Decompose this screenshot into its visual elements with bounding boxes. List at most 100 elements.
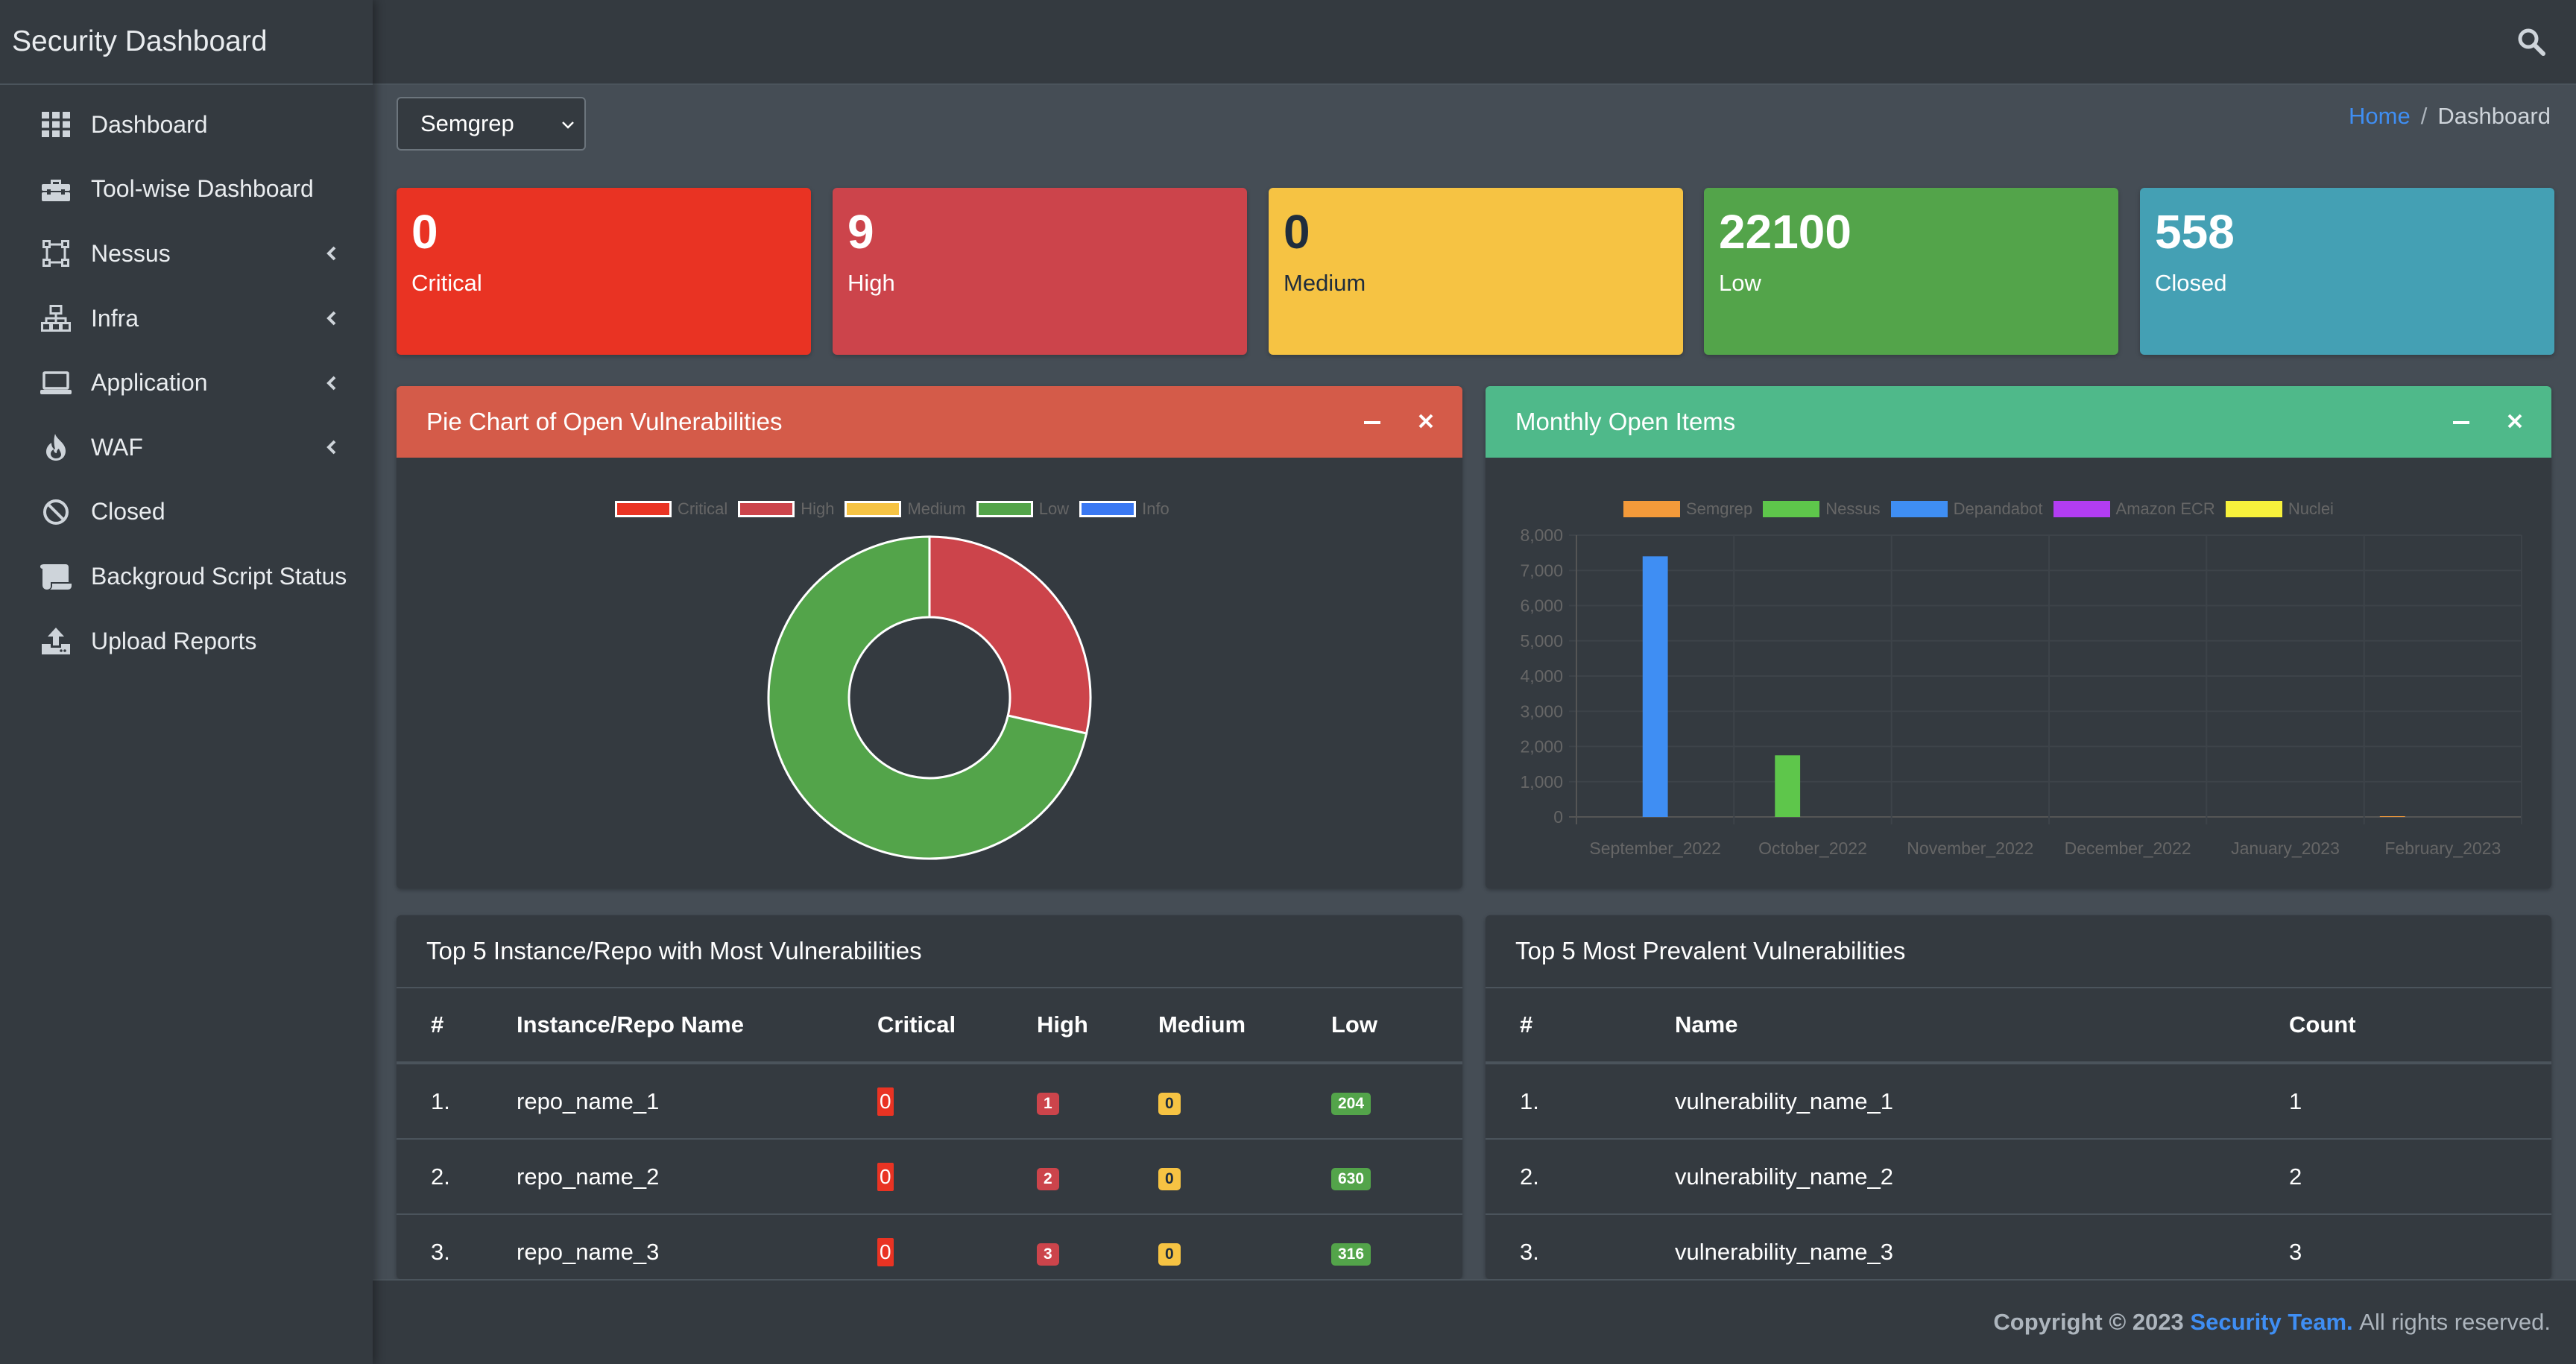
- stat-box-closed[interactable]: 558 Closed: [2140, 188, 2554, 355]
- sidebar-item-nessus[interactable]: Nessus: [0, 221, 373, 286]
- chevron-down-icon: [562, 121, 574, 129]
- sidebar-item-infra[interactable]: Infra: [0, 286, 373, 351]
- doughnut-chart: [767, 535, 1092, 860]
- low-badge: 316: [1331, 1243, 1371, 1266]
- sidebar-item-application[interactable]: Application: [0, 350, 373, 415]
- sidebar-item-label: Closed: [91, 498, 165, 525]
- sidebar-item-upload-reports[interactable]: Upload Reports: [0, 609, 373, 674]
- sidebar-item-label: Backgroud Script Status: [91, 562, 347, 590]
- sidebar-item-label: Tool-wise Dashboard: [91, 175, 314, 203]
- sidebar-item-label: Application: [91, 369, 208, 397]
- sidebar: Security Dashboard Dashboard Tool-wise D…: [0, 0, 373, 1364]
- row-index: 2.: [1486, 1139, 1674, 1215]
- vuln-table: # Name Count 1. vulnerability_name_1 1 2…: [1486, 987, 2551, 1279]
- row-index: 1.: [1486, 1063, 1674, 1140]
- column-header: Medium: [1158, 987, 1330, 1064]
- sidebar-item-background-script-status[interactable]: Backgroud Script Status: [0, 544, 373, 609]
- footer: Copyright © 2023 Security Team. All righ…: [373, 1279, 2576, 1364]
- table-row: 2. vulnerability_name_2 2: [1486, 1139, 2551, 1215]
- row-index: 3.: [397, 1214, 516, 1279]
- stat-value: 0: [1284, 205, 1310, 259]
- medium-badge: 0: [1158, 1093, 1181, 1115]
- column-header: Low: [1330, 987, 1462, 1064]
- y-tick-label: 1,000: [1520, 772, 1563, 792]
- stat-value: 22100: [1719, 205, 1852, 259]
- fire-icon: [40, 432, 72, 463]
- stat-value: 9: [847, 205, 874, 259]
- sidebar-item-closed[interactable]: Closed: [0, 480, 373, 545]
- sidebar-item-label: Upload Reports: [91, 627, 257, 654]
- column-header: High: [1036, 987, 1158, 1064]
- stat-label: Closed: [2155, 270, 2227, 297]
- chevron-left-icon: [326, 311, 336, 326]
- table-header-row: # Name Count: [1486, 987, 2551, 1064]
- table-row: 3. repo_name_3 0 3 0 316: [397, 1214, 1462, 1279]
- tool-select[interactable]: Semgrep: [397, 97, 586, 151]
- y-tick-label: 7,000: [1520, 561, 1563, 580]
- tool-select-value: Semgrep: [420, 110, 514, 136]
- stat-box-critical[interactable]: 0 Critical: [397, 188, 811, 355]
- stat-box-high[interactable]: 9 High: [833, 188, 1247, 355]
- repo-card-header: Top 5 Instance/Repo with Most Vulnerabil…: [397, 915, 1462, 987]
- grid-icon: [40, 109, 72, 140]
- high-badge: 1: [1037, 1093, 1059, 1115]
- medium-badge: 0: [1158, 1168, 1181, 1190]
- y-tick-label: 2,000: [1520, 737, 1563, 757]
- column-header: Count: [2288, 987, 2551, 1064]
- stat-box-medium[interactable]: 0 Medium: [1269, 188, 1683, 355]
- column-header: Name: [1674, 987, 2288, 1064]
- rights-text: All rights reserved.: [2359, 1309, 2551, 1335]
- search-icon[interactable]: [2516, 27, 2546, 57]
- team-link[interactable]: Security Team.: [2190, 1309, 2352, 1336]
- copyright-text: Copyright © 2023: [1993, 1309, 2184, 1335]
- bar-semgrep[interactable]: [2379, 816, 2405, 817]
- y-tick-label: 5,000: [1520, 631, 1563, 651]
- sidebar-item-waf[interactable]: WAF: [0, 415, 373, 480]
- y-tick-label: 0: [1553, 807, 1563, 827]
- high-badge: 3: [1037, 1243, 1059, 1266]
- y-tick-label: 6,000: [1520, 596, 1563, 616]
- laptop-icon: [40, 367, 72, 399]
- repo-name: repo_name_2: [516, 1139, 877, 1215]
- sidebar-item-tool-wise-dashboard[interactable]: Tool-wise Dashboard: [0, 157, 373, 222]
- stat-label: Medium: [1284, 270, 1366, 297]
- stat-label: Low: [1719, 270, 1761, 297]
- stat-label: High: [847, 270, 895, 297]
- chevron-left-icon: [326, 376, 336, 391]
- y-tick-label: 3,000: [1520, 701, 1563, 721]
- brand-link[interactable]: Security Dashboard: [0, 0, 373, 85]
- repo-name: repo_name_3: [516, 1214, 877, 1279]
- stat-value: 558: [2155, 205, 2235, 259]
- sidebar-item-label: Dashboard: [91, 110, 208, 138]
- stat-box-low[interactable]: 22100 Low: [1704, 188, 2118, 355]
- critical-badge: 0: [877, 1087, 894, 1116]
- repo-table-card: Top 5 Instance/Repo with Most Vulnerabil…: [397, 915, 1462, 1279]
- column-header: #: [1486, 987, 1674, 1064]
- critical-badge: 0: [877, 1162, 894, 1191]
- column-header: Instance/Repo Name: [516, 987, 877, 1064]
- medium-badge: 0: [1158, 1243, 1181, 1266]
- sidebar-nav: Dashboard Tool-wise Dashboard Nessus Inf…: [0, 85, 373, 673]
- bar-nessus[interactable]: [1775, 755, 1801, 817]
- row-index: 2.: [397, 1139, 516, 1215]
- bar-depandabot[interactable]: [1642, 556, 1668, 817]
- stat-label: Critical: [411, 270, 482, 297]
- critical-badge: 0: [877, 1237, 894, 1266]
- sidebar-item-label: WAF: [91, 433, 143, 461]
- y-tick-label: 8,000: [1520, 525, 1563, 545]
- x-tick-label: February_2023: [2384, 839, 2501, 858]
- low-badge: 630: [1331, 1168, 1371, 1190]
- breadcrumb-home-link[interactable]: Home: [2349, 103, 2411, 130]
- pie-slice-high[interactable]: [928, 535, 1092, 735]
- upload-icon: [40, 625, 72, 657]
- breadcrumb-separator: /: [2420, 103, 2428, 129]
- toolbox-icon: [40, 174, 72, 205]
- card-title: Top 5 Instance/Repo with Most Vulnerabil…: [426, 937, 922, 964]
- table-row: 1. repo_name_1 0 1 0 204: [397, 1063, 1462, 1140]
- sidebar-item-dashboard[interactable]: Dashboard: [0, 92, 373, 157]
- x-tick-label: December_2022: [2065, 839, 2191, 858]
- low-badge: 204: [1331, 1093, 1371, 1115]
- ban-icon: [40, 496, 72, 528]
- breadcrumb: Home / Dashboard: [2349, 103, 2551, 130]
- table-row: 3. vulnerability_name_3 3: [1486, 1214, 2551, 1279]
